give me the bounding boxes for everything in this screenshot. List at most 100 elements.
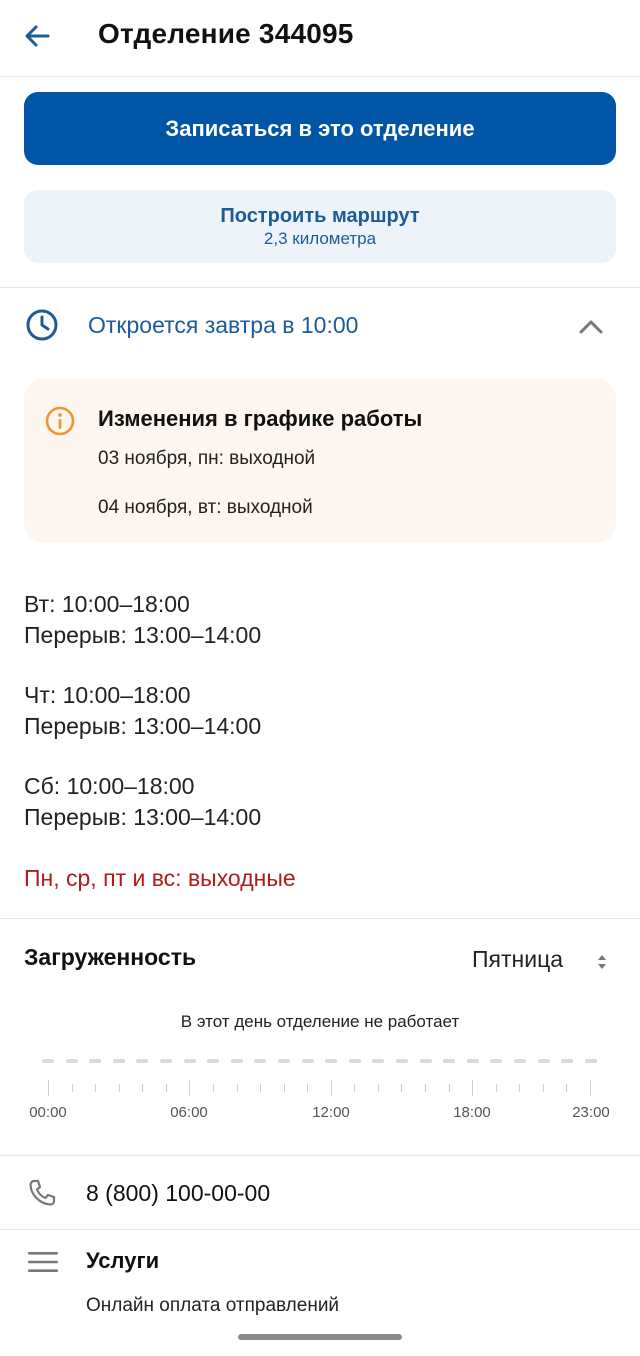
time-label: 06:00: [170, 1104, 208, 1121]
time-label: 18:00: [453, 1104, 491, 1121]
hour-tick: [260, 1084, 262, 1092]
busyness-baseline: [42, 1059, 602, 1063]
notice-title: Изменения в графике работы: [98, 406, 423, 431]
busyness-empty-bar: [396, 1059, 408, 1063]
hour-tick: [165, 1084, 167, 1092]
services-section: Услуги Онлайн оплата отправлений: [0, 1231, 640, 1351]
info-icon: [45, 406, 75, 436]
days-off-text: Пн, ср, пт и вс: выходные: [24, 865, 296, 891]
back-button[interactable]: [18, 16, 58, 56]
route-distance: 2,3 километра: [263, 228, 377, 248]
notice-line: 03 ноября, пн: выходной: [98, 448, 316, 469]
hour-tick: [542, 1084, 544, 1092]
busyness-empty-bar: [207, 1059, 220, 1063]
schedule-entry: Сб: 10:00–18:00 Перерыв: 13:00–14:00: [24, 771, 261, 833]
hour-tick: [142, 1084, 144, 1092]
busyness-empty-bar: [42, 1059, 54, 1063]
schedule-break: Перерыв: 13:00–14:00: [24, 713, 262, 739]
top-app-bar: Отделение 344095: [0, 0, 640, 77]
hour-tick: [212, 1084, 214, 1092]
hour-tick: [401, 1084, 403, 1092]
sort-arrows-icon: [598, 955, 606, 969]
schedule-entry: Вт: 10:00–18:00 Перерыв: 13:00–14:00: [24, 589, 261, 651]
notice-line: 04 ноября, вт: выходной: [98, 497, 313, 518]
busyness-title: Загруженность: [24, 944, 197, 970]
hour-tick: [283, 1084, 285, 1092]
busyness-empty-bar: [514, 1059, 526, 1063]
busyness-empty-bar: [230, 1059, 243, 1063]
hour-tick: [48, 1080, 49, 1096]
working-hours-toggle[interactable]: Откроется завтра в 10:00: [0, 290, 640, 362]
hour-tick: [307, 1084, 309, 1092]
schedule-break: Перерыв: 13:00–14:00: [24, 622, 262, 648]
divider: [0, 918, 640, 919]
build-route-button[interactable]: Построить маршрут 2,3 километра: [24, 190, 616, 263]
busyness-empty-bar: [537, 1059, 550, 1063]
clock-icon: [26, 309, 58, 341]
busyness-empty-bar: [443, 1059, 456, 1063]
phone-icon: [29, 1179, 56, 1206]
hour-tick: [519, 1084, 521, 1092]
home-indicator: [238, 1334, 402, 1340]
busyness-empty-bar: [254, 1059, 267, 1063]
hour-tick: [495, 1084, 497, 1092]
closed-day-message: В этот день отделение не работает: [180, 1012, 460, 1031]
divider: [0, 287, 640, 288]
busyness-empty-bar: [278, 1059, 290, 1063]
schedule-day-hours: Вт: 10:00–18:00: [24, 591, 190, 617]
hour-tick: [448, 1084, 450, 1092]
busyness-empty-bar: [160, 1059, 172, 1063]
hour-tick: [425, 1084, 427, 1092]
busyness-empty-bar: [466, 1059, 479, 1063]
menu-list-icon: [28, 1252, 58, 1272]
busyness-empty-bar: [419, 1059, 432, 1063]
hour-tick: [118, 1084, 120, 1092]
busyness-empty-bar: [65, 1059, 78, 1063]
hour-tick: [377, 1084, 379, 1092]
busyness-empty-bar: [183, 1059, 196, 1063]
busyness-axis-ticks: [0, 1080, 640, 1100]
hour-tick: [189, 1080, 191, 1096]
schedule-changes-notice: Изменения в графике работы 03 ноября, пн…: [24, 379, 616, 543]
busyness-empty-bar: [490, 1059, 503, 1063]
hour-tick: [472, 1080, 474, 1096]
book-office-button[interactable]: Записаться в это отделение: [24, 92, 616, 165]
busyness-empty-bar: [584, 1059, 597, 1063]
schedule-break: Перерыв: 13:00–14:00: [24, 804, 262, 830]
service-item[interactable]: Онлайн оплата отправлений: [86, 1295, 339, 1317]
selected-day: Пятница: [472, 946, 564, 972]
busyness-empty-bar: [301, 1059, 314, 1063]
hour-tick: [330, 1080, 332, 1096]
hour-tick: [590, 1080, 591, 1096]
divider: [0, 1229, 640, 1230]
day-selector[interactable]: Пятница: [472, 944, 616, 978]
phone-row[interactable]: 8 (800) 100-00-00: [0, 1157, 640, 1229]
busyness-empty-bar: [325, 1059, 338, 1063]
build-route-label: Построить маршрут: [220, 204, 420, 227]
busyness-empty-bar: [136, 1059, 149, 1063]
schedule-day-hours: Сб: 10:00–18:00: [24, 773, 195, 799]
busyness-empty-bar: [89, 1059, 102, 1063]
busyness-empty-bar: [561, 1059, 574, 1063]
book-office-label: Записаться в это отделение: [165, 115, 475, 141]
time-label: 23:00: [572, 1104, 610, 1121]
chevron-up-icon: [579, 320, 603, 334]
phone-number: 8 (800) 100-00-00: [86, 1180, 271, 1206]
opening-status: Откроется завтра в 10:00: [88, 312, 359, 338]
busyness-empty-bar: [348, 1059, 361, 1063]
hour-tick: [95, 1084, 97, 1092]
time-label: 12:00: [312, 1104, 350, 1121]
busyness-empty-bar: [372, 1059, 385, 1063]
services-title: Услуги: [86, 1248, 160, 1273]
divider: [0, 1155, 640, 1156]
schedule-entry: Чт: 10:00–18:00 Перерыв: 13:00–14:00: [24, 680, 261, 742]
time-label: 00:00: [29, 1104, 67, 1121]
schedule-day-hours: Чт: 10:00–18:00: [24, 682, 191, 708]
busyness-empty-bar: [112, 1059, 125, 1063]
hour-tick: [236, 1084, 238, 1092]
hour-tick: [566, 1084, 568, 1092]
page-title: Отделение 344095: [98, 18, 354, 49]
arrow-left-icon: [25, 25, 50, 47]
hour-tick: [71, 1084, 73, 1092]
hour-tick: [354, 1084, 356, 1092]
